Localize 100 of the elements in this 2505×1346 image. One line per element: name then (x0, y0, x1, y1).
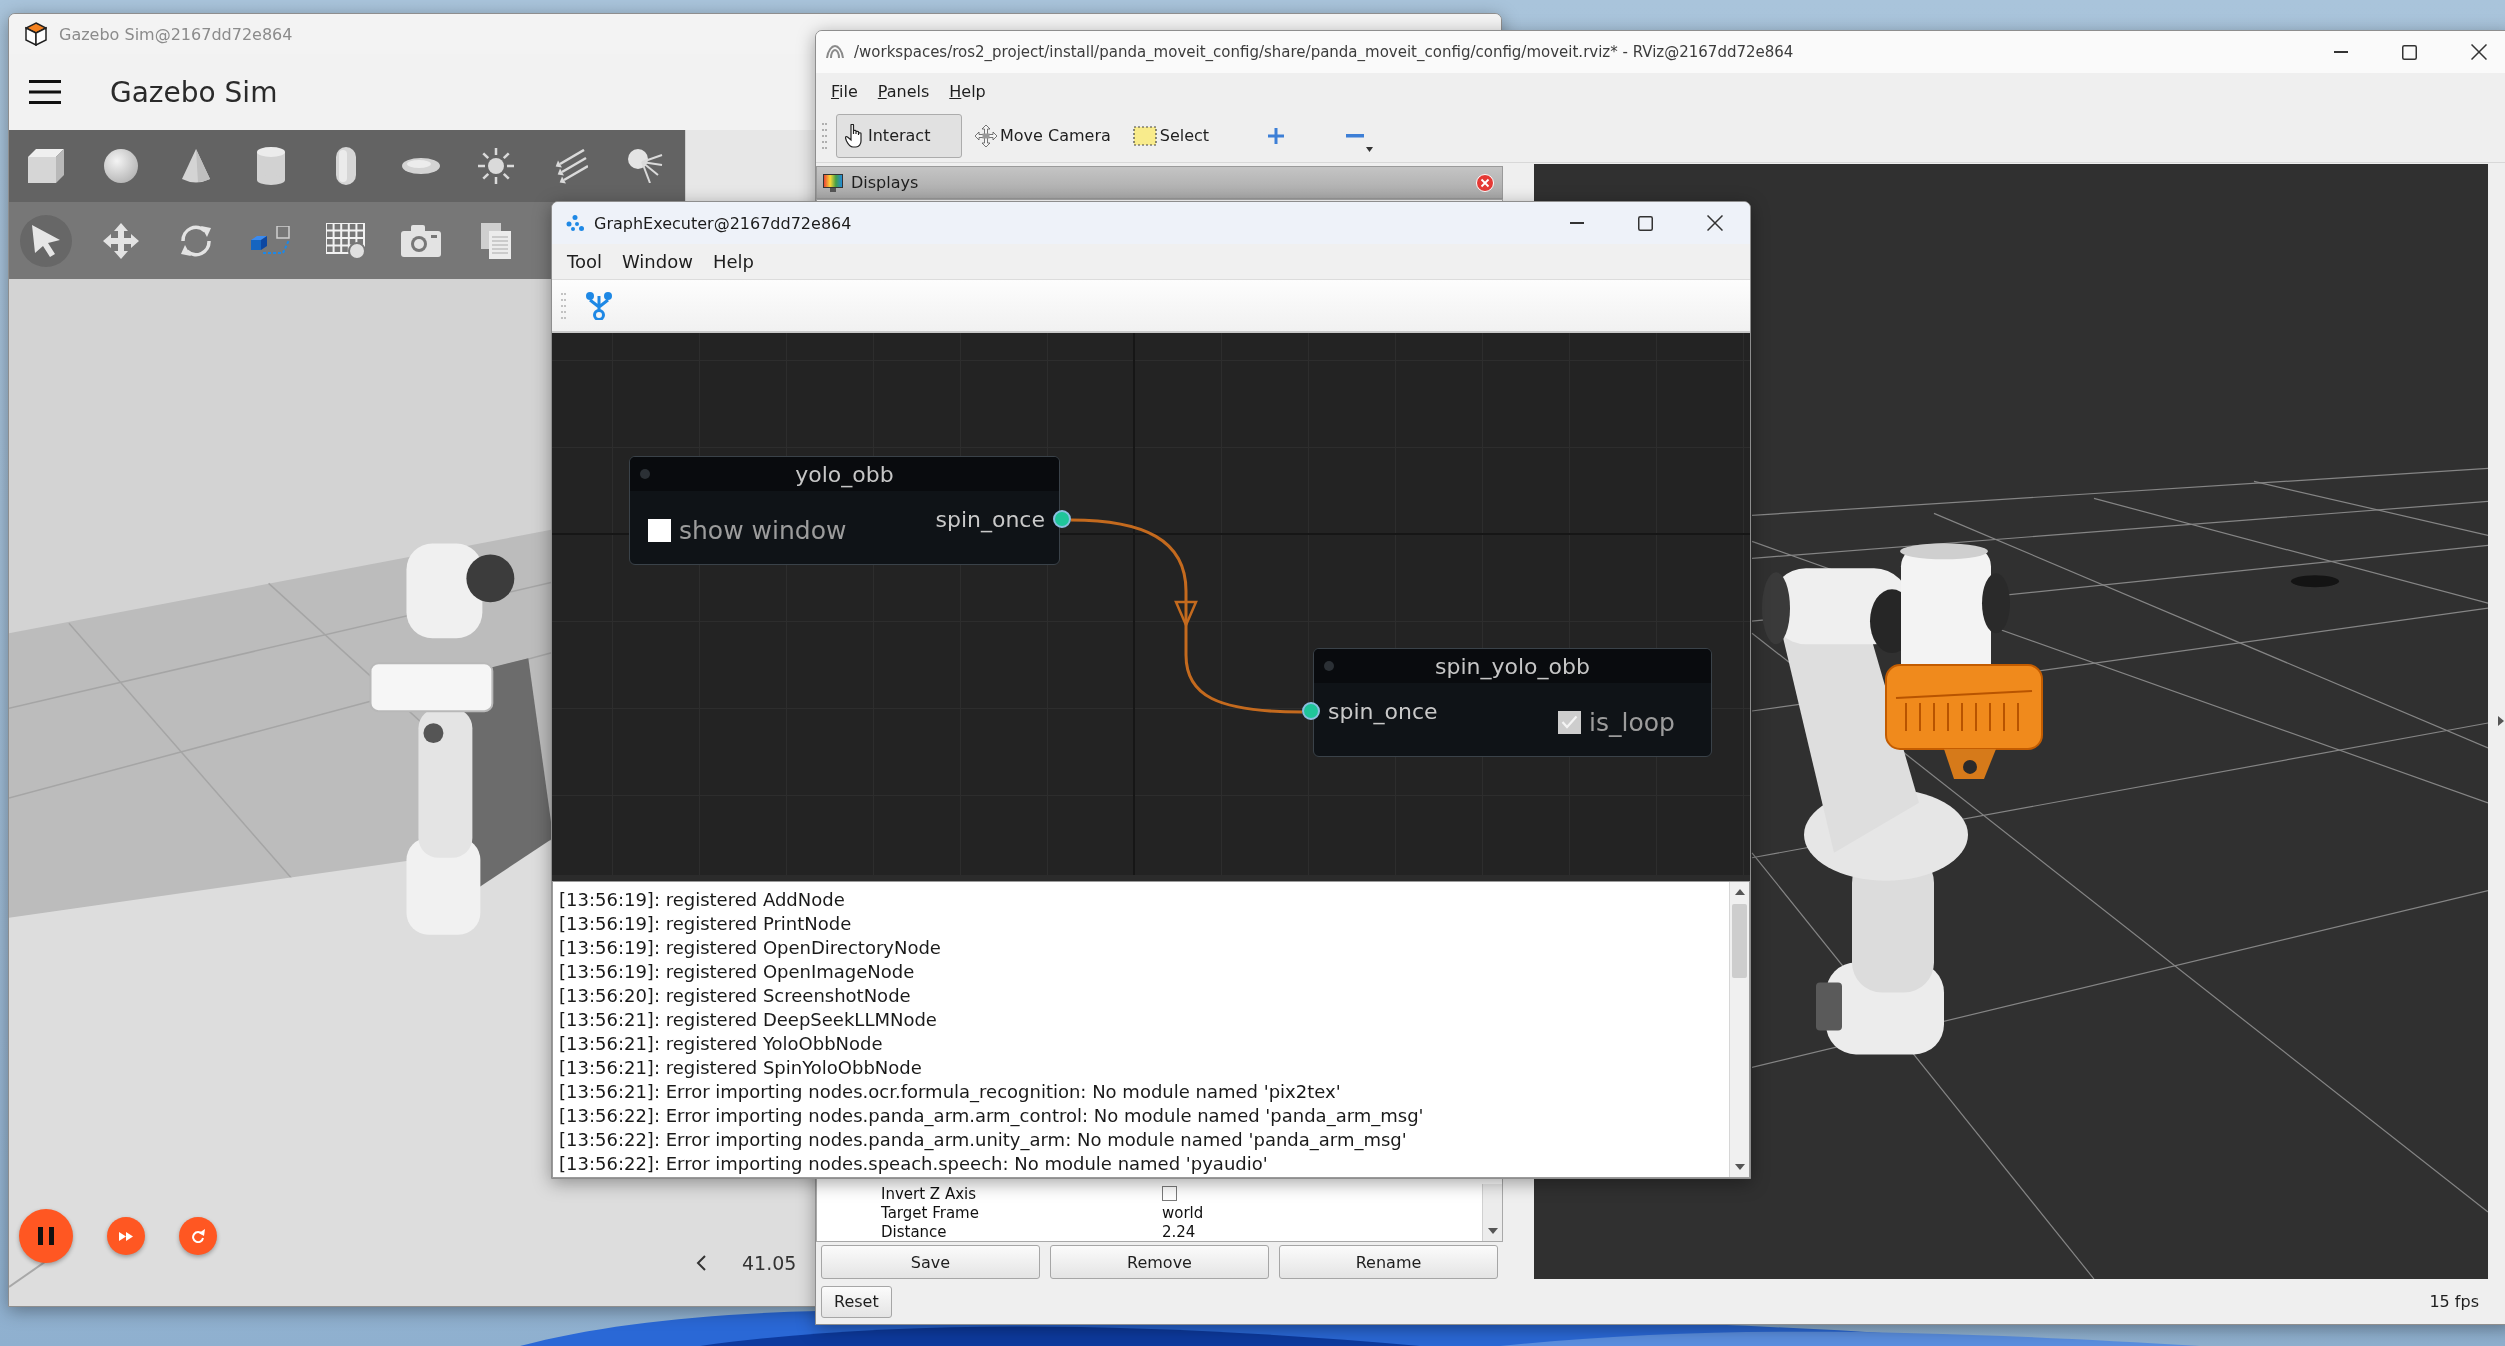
input-port[interactable] (1302, 702, 1320, 720)
tool-button[interactable]: Move Camera (966, 113, 1120, 158)
menu-icon[interactable] (29, 80, 61, 104)
panel-button[interactable]: Save (821, 1245, 1040, 1279)
dots-logo-icon (566, 215, 584, 231)
fps-counter: 15 fps (2429, 1292, 2479, 1311)
cone-icon[interactable] (182, 148, 210, 184)
status-dot-icon (640, 469, 650, 479)
close-icon[interactable] (1476, 173, 1494, 192)
scroll-down-icon[interactable] (1487, 1228, 1498, 1234)
ellipsoid-icon[interactable] (402, 158, 440, 174)
option-label: is_loop (1589, 707, 1675, 737)
hand-cursor-icon (845, 123, 865, 148)
log-line: [13:56:22]: Error importing nodes.panda_arm.unity_arm: No module named 'panda_arm_msg' (559, 1128, 1408, 1152)
log-line: [13:56:19]: registered OpenImageNode (559, 960, 916, 984)
node-title: spin_yolo_obb (1435, 653, 1590, 679)
grip-icon (561, 291, 566, 320)
graph-node[interactable]: spin_yolo_obb spin_once is_loop (1313, 648, 1712, 757)
sun-icon[interactable] (477, 147, 515, 185)
view-tool-button[interactable] (20, 214, 72, 267)
log-line: [13:56:19]: registered AddNode (559, 888, 846, 912)
menu-item[interactable]: Window (611, 249, 703, 274)
port-label: spin_once (935, 506, 1045, 532)
sphere-icon[interactable] (104, 149, 138, 183)
caret-icon (1365, 146, 1373, 152)
window-title: GraphExecuter@2167dd72e864 (594, 213, 852, 233)
log-line: [13:56:19]: registered OpenDirectoryNode (559, 936, 942, 960)
log-line: [13:56:22]: Error importing nodes.speach.speech: No module named 'pyaudio' (559, 1152, 1269, 1176)
menu-item[interactable]: Help (702, 249, 764, 274)
menu-item[interactable]: Panels (867, 79, 940, 103)
property-name: Distance (881, 1222, 948, 1241)
camera-icon (401, 224, 441, 257)
dark-object-icon (2291, 575, 2339, 588)
log-line: [13:56:21]: registered DeepSeekLLMNode (559, 1008, 938, 1032)
snap-cube-icon (251, 225, 291, 256)
cube-logo-icon (25, 22, 47, 46)
app-logo-icon (826, 45, 844, 59)
plus-icon (1266, 126, 1285, 145)
rotate-icon (179, 223, 213, 258)
scroll-down-icon[interactable] (1734, 1164, 1745, 1170)
move-camera-icon (975, 124, 997, 147)
cylinder-icon[interactable] (257, 147, 285, 185)
panel-title: Displays (851, 173, 919, 192)
property-name: Target Frame (881, 1203, 980, 1222)
node-graph-icon[interactable] (586, 291, 612, 320)
log-line: [13:56:19]: registered PrintNode (559, 912, 853, 936)
tool-button[interactable]: Interact (836, 113, 962, 158)
maximize-icon (1638, 215, 1653, 231)
checkbox[interactable] (1558, 710, 1582, 734)
status-dot-icon (1324, 661, 1334, 671)
chevron-left-icon[interactable] (696, 1255, 706, 1271)
expand-arrow-icon[interactable] (2498, 716, 2504, 726)
output-port[interactable] (1053, 510, 1071, 528)
capsule-icon[interactable] (336, 147, 356, 185)
log-line: [13:56:20]: registered ScreenshotNode (559, 984, 912, 1008)
refresh-icon (191, 1229, 205, 1243)
copy-icon (481, 222, 511, 259)
move-icon (103, 222, 139, 259)
grid-icon (326, 222, 366, 259)
property-name: Invert Z Axis (881, 1184, 978, 1203)
panel-button[interactable]: Remove (1050, 1245, 1269, 1279)
menu-item[interactable]: Help (939, 79, 996, 103)
sim-time: 41.05 (742, 1252, 797, 1274)
menu-item[interactable]: Tool (557, 249, 612, 274)
spotlight-icon[interactable] (628, 149, 664, 183)
log-line: [13:56:21]: registered SpinYoloObbNode (559, 1056, 923, 1080)
pause-icon (38, 1227, 54, 1245)
graph-node[interactable]: yolo_obb show window spin_once (629, 456, 1060, 565)
parallel-arrows-icon[interactable] (554, 148, 588, 184)
log-line: [13:56:21]: Error importing nodes.ocr.formula_recognition: No module named 'pix2tex' (559, 1080, 1342, 1104)
port-label: spin_once (1328, 698, 1438, 724)
fast-forward-icon (119, 1231, 133, 1241)
checkmark-icon (1561, 715, 1579, 729)
reset-button[interactable]: Reset (821, 1285, 892, 1318)
app-title: Gazebo Sim (110, 75, 278, 109)
window-title: /workspaces/ros2_project/install/panda_moveit_config/share/panda_moveit_config/config/moveit.rviz* - RViz@2167dd72e864 (854, 43, 1794, 61)
checkbox[interactable] (648, 518, 671, 542)
grip-icon (822, 121, 827, 150)
scrollbar-thumb[interactable] (1732, 904, 1747, 978)
close-icon (2470, 44, 2487, 60)
log-line: [13:56:21]: registered YoloObbNode (559, 1032, 884, 1056)
selection-rectangle-icon (1132, 125, 1157, 146)
cursor-icon (32, 224, 60, 257)
monitor-icon (823, 173, 843, 192)
node-title: yolo_obb (795, 461, 894, 487)
cube-icon[interactable] (28, 149, 64, 183)
minimize-icon (1569, 222, 1584, 224)
log-line: [13:56:22]: Error importing nodes.panda_arm.arm_control: No module named 'panda_arm_msg' (559, 1104, 1425, 1128)
scroll-up-icon[interactable] (1734, 889, 1745, 895)
maximize-icon (2402, 44, 2417, 60)
minus-icon (1345, 133, 1364, 138)
property-value: 2.24 (1162, 1222, 1196, 1241)
property-value: world (1162, 1203, 1204, 1222)
option-label: show window (679, 515, 847, 545)
menu-item[interactable]: File (821, 79, 868, 103)
checkbox[interactable] (1162, 1186, 1177, 1201)
panel-button[interactable]: Rename (1279, 1245, 1498, 1279)
close-icon (1706, 215, 1723, 231)
window-title: Gazebo Sim@2167dd72e864 (59, 24, 293, 44)
tool-button[interactable]: Select (1123, 113, 1250, 158)
